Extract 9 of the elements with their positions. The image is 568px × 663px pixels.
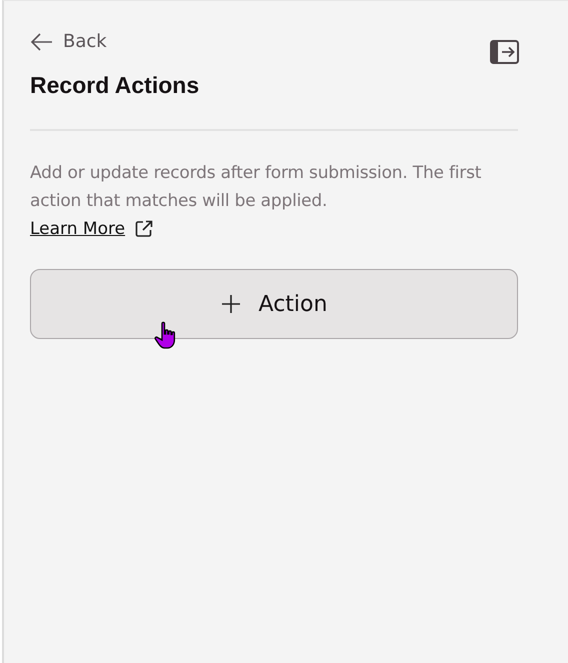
add-action-button[interactable]: Action — [30, 269, 518, 339]
collapse-panel-icon[interactable] — [490, 40, 520, 64]
plus-icon — [220, 294, 241, 314]
external-link-icon — [134, 219, 154, 239]
back-button[interactable]: Back — [30, 31, 107, 52]
learn-more-link[interactable]: Learn More — [30, 215, 154, 243]
left-arrow-icon — [30, 32, 54, 52]
description-text: Add or update records after form submission. The first action that matches will be applied. — [30, 162, 482, 213]
panel-title: Record Actions — [30, 72, 200, 99]
